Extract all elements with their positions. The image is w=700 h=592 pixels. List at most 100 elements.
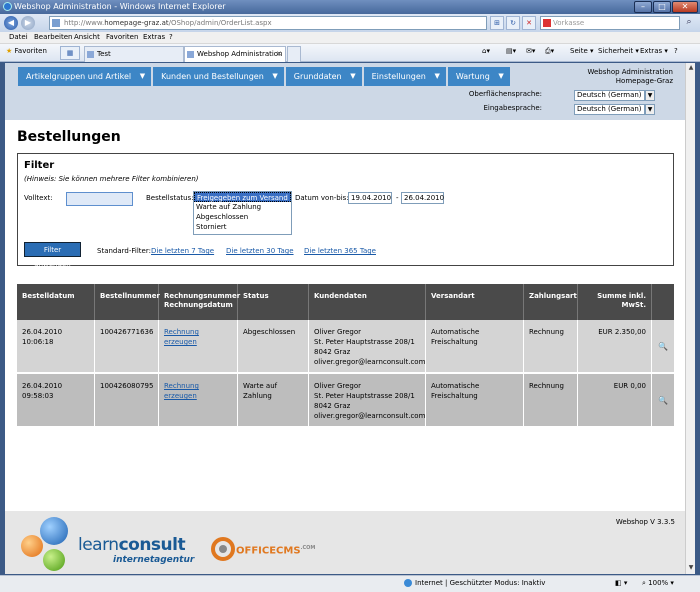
tab-close-icon[interactable]: ✕ (276, 47, 282, 62)
refresh-icon[interactable]: ↻ (506, 16, 520, 30)
filter-hint: (Hinweis: Sie können mehrere Filter komb… (24, 175, 199, 183)
create-invoice-link[interactable]: Rechnung erzeugen (164, 328, 199, 346)
stop-icon[interactable]: ✕ (522, 16, 536, 30)
scroll-down-icon[interactable]: ▼ (687, 564, 695, 573)
version-label: Webshop V 3.3.5 (615, 518, 675, 526)
admin-site: Homepage-Graz (615, 77, 673, 85)
cell-status: Warte auf Zahlung (238, 374, 309, 426)
menu-favoriten[interactable]: Favoriten (106, 33, 138, 41)
forward-button[interactable]: ▶ (21, 16, 35, 30)
url-domain: homepage-graz.at (104, 19, 169, 27)
minimize-button[interactable]: – (634, 1, 652, 13)
favorites-button[interactable]: ★ Favoriten (6, 47, 47, 55)
tab-test[interactable]: Test (84, 46, 184, 62)
standard-filter-label: Standard-Filter: (97, 247, 151, 255)
nav-einstellungen[interactable]: Einstellungen ▼ (363, 67, 446, 86)
vertical-scrollbar[interactable]: ▲ ▼ (685, 63, 695, 574)
status-option[interactable]: Warte auf Zahlung (194, 202, 291, 212)
nav-wartung[interactable]: Wartung ▼ (447, 67, 510, 86)
tab-webshop-administration[interactable]: Webshop Administration ✕ (184, 46, 286, 62)
print-icon[interactable]: ⎙▾ (545, 47, 554, 56)
scroll-up-icon[interactable]: ▲ (687, 64, 695, 73)
site-footer: Webshop V 3.3.5 learnconsult internetage… (5, 511, 685, 574)
caret-down-icon: ▼ (272, 72, 278, 80)
zoom-control[interactable]: ⌕ 100% ▾ (642, 579, 674, 588)
tab-page-icon (87, 51, 94, 58)
cell-date: 26.04.2010 10:06:18 (17, 320, 95, 372)
ie-icon (3, 2, 12, 11)
close-window-button[interactable]: ✕ (672, 1, 698, 13)
address-row: ◀ ▶ http://www.homepage-graz.at/OShop/ad… (0, 14, 700, 32)
search-input[interactable]: Vorkasse (540, 16, 680, 30)
url-prefix: http://www. (64, 19, 105, 27)
status-bar: Internet | Geschützter Modus: Inaktiv ◧ … (0, 575, 700, 592)
help-icon[interactable]: ? (674, 47, 678, 55)
status-option[interactable]: Freigegeben zum Versand (194, 192, 291, 202)
filter-panel: Filter (Hinweis: Sie können mehrere Filt… (17, 153, 674, 268)
cell-date: 26.04.2010 09:58:03 (17, 374, 95, 426)
ui-language-select[interactable]: Deutsch (German) ▼ (574, 90, 655, 101)
page-icon (52, 19, 60, 27)
date-from-input[interactable]: 19.04.2010 (348, 192, 392, 204)
create-invoice-link[interactable]: Rechnung erzeugen (164, 382, 199, 400)
compat-view-icon[interactable]: ⊞ (490, 16, 504, 30)
protected-mode-icon[interactable]: ◧ ▾ (615, 579, 627, 587)
cell-status: Abgeschlossen (238, 320, 309, 372)
col-bestelldatum: Bestelldatum (17, 284, 95, 320)
magnifier-icon[interactable]: 🔍 (658, 342, 668, 352)
date-to-input[interactable]: 26.04.2010 (401, 192, 444, 204)
menu-bearbeiten[interactable]: Bearbeiten (34, 33, 72, 41)
caret-down-icon: ▼ (350, 72, 356, 80)
caret-down-icon: ▼ (498, 72, 504, 80)
menu-bar: Datei Bearbeiten Ansicht Favoriten Extra… (0, 32, 700, 44)
ui-language-label: Oberflächensprache: (468, 90, 542, 98)
blue-ball-icon (40, 517, 68, 545)
preset-365-days-link[interactable]: Die letzten 365 Tage (304, 247, 376, 255)
menu-ansicht[interactable]: Ansicht (74, 33, 100, 41)
nav-kunden[interactable]: Kunden und Bestellungen ▼ (153, 67, 284, 86)
url-path: /OShop/admin/OrderList.aspx (168, 19, 272, 27)
new-tab-button[interactable] (287, 46, 301, 62)
status-option[interactable]: Storniert (194, 222, 291, 232)
search-icon[interactable]: ⌕ (682, 16, 696, 30)
back-button[interactable]: ◀ (4, 16, 18, 30)
freetext-input[interactable] (66, 192, 133, 206)
home-icon[interactable]: ⌂▾ (482, 47, 490, 55)
feeds-icon[interactable]: ▤▾ (506, 47, 516, 55)
col-summe: Summe inkl. MwSt. (578, 284, 652, 320)
cell-payment: Rechnung (524, 374, 578, 426)
zone-indicator: Internet | Geschützter Modus: Inaktiv (404, 579, 545, 587)
preset-7-days-link[interactable]: Die letzten 7 Tage (151, 247, 214, 255)
status-option[interactable]: Abgeschlossen (194, 212, 291, 222)
dropdown-arrow-icon[interactable]: ▼ (645, 104, 655, 115)
security-menu[interactable]: Sicherheit ▾ (598, 47, 639, 55)
col-versandart: Versandart (426, 284, 524, 320)
green-ball-icon (43, 549, 65, 571)
menu-datei[interactable]: Datei (9, 33, 28, 41)
maximize-button[interactable]: □ (653, 1, 671, 13)
nav-artikel[interactable]: Artikelgruppen und Artikel ▼ (18, 67, 152, 86)
table-row[interactable]: 26.04.2010 10:06:18 100426771636 Rechnun… (17, 320, 674, 373)
page-title: Bestellungen (17, 129, 121, 145)
page-menu[interactable]: Seite ▾ (570, 47, 594, 55)
preset-30-days-link[interactable]: Die letzten 30 Tage (226, 247, 294, 255)
dropdown-arrow-icon[interactable]: ▼ (645, 90, 655, 101)
mail-icon[interactable]: ✉▾ (526, 47, 535, 55)
table-header: Bestelldatum Bestellnummer Rechnungsnumm… (17, 284, 674, 320)
quick-tabs-icon[interactable]: ▦ (60, 46, 80, 60)
menu-help[interactable]: ? (169, 33, 173, 41)
menu-extras[interactable]: Extras (143, 33, 165, 41)
cell-shipping: Automatische Freischaltung (426, 320, 524, 372)
apply-filter-button[interactable]: Filter anwenden (24, 242, 81, 268)
input-language-select[interactable]: Deutsch (German) ▼ (574, 104, 655, 115)
admin-title: Webshop Administration (587, 68, 673, 76)
extras-menu[interactable]: Extras ▾ (640, 47, 668, 55)
col-actions (652, 284, 674, 320)
address-bar[interactable]: http://www.homepage-graz.at/OShop/admin/… (49, 16, 487, 30)
magnifier-icon[interactable]: 🔍 (658, 396, 668, 406)
cell-number: 100426080795 (95, 374, 159, 426)
nav-grunddaten[interactable]: Grunddaten ▼ (285, 67, 362, 86)
status-listbox[interactable]: Freigegeben zum Versand Warte auf Zahlun… (193, 191, 292, 235)
table-row[interactable]: 26.04.2010 09:58:03 100426080795 Rechnun… (17, 374, 674, 427)
window-title: Webshop Administration - Windows Interne… (14, 2, 226, 11)
